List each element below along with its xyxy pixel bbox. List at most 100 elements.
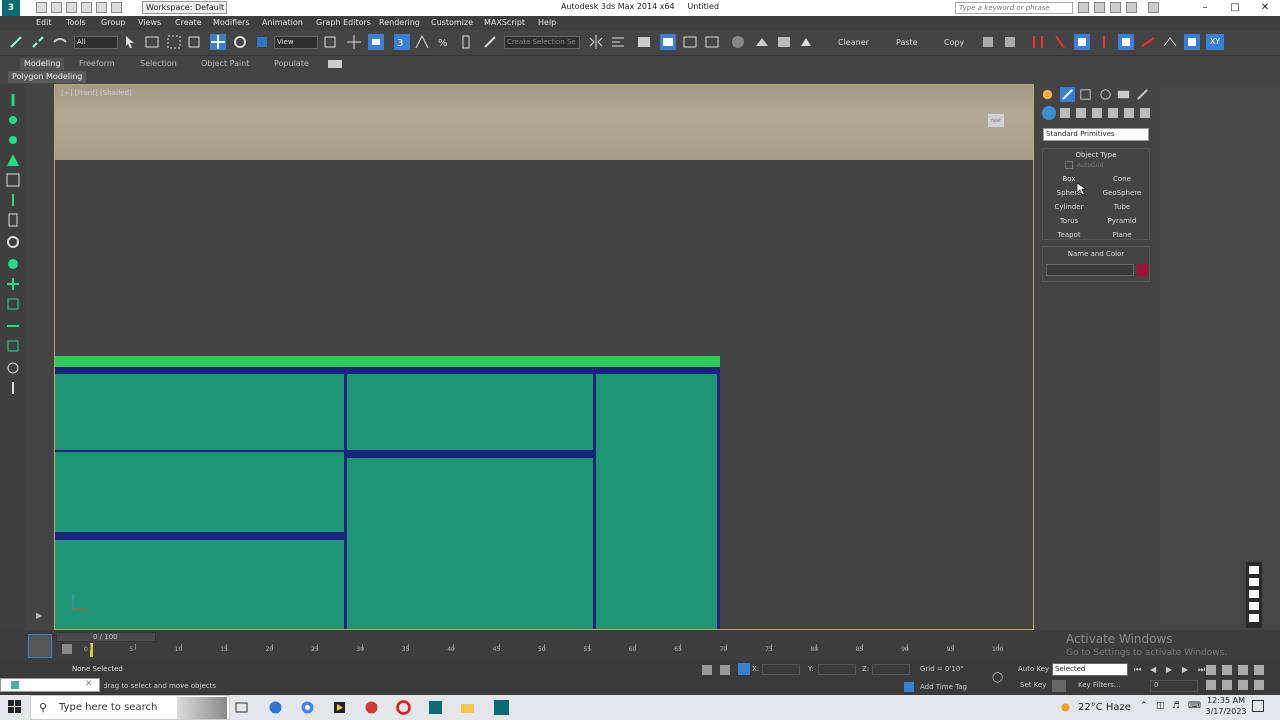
search-input[interactable]: Type a keyword or phrase [955,2,1073,14]
viewport-label[interactable]: [+] [Front] [Shaded] [61,89,132,97]
select-by-name-icon[interactable] [144,34,160,50]
weather-text[interactable]: 22°C Haze [1078,702,1131,713]
zoom-extents-all-icon[interactable] [1254,665,1264,675]
paste-button[interactable]: Paste [896,38,918,47]
geosphere-button[interactable]: GeoSphere [1096,187,1148,199]
reference-coordinate-dropdown[interactable]: View [274,36,318,49]
weather-icon[interactable] [1058,700,1073,715]
tool-4-icon[interactable] [5,152,21,168]
key-mode-dropdown[interactable]: Selected [1052,663,1128,676]
tool-13-icon[interactable] [5,338,21,354]
camera-icon[interactable] [1249,578,1259,586]
subscription-icon[interactable] [1094,2,1105,13]
cabinet-model[interactable] [55,356,721,630]
time-ruler[interactable]: 0 5 10 15 20 25 30 35 40 45 50 55 60 65 70 75 80 85 90 95 10… [84,644,1003,658]
manipulate-icon[interactable] [346,34,362,50]
polygon-modeling-panel[interactable]: Polygon Modeling [8,71,87,83]
bind-spacewarp-icon[interactable] [52,34,68,50]
snaps-toggle-icon[interactable]: 3 [394,34,410,50]
tool-9-icon[interactable] [5,256,21,272]
tool-5-icon[interactable] [5,172,21,188]
box-button[interactable]: Box [1043,173,1095,185]
tool-14-icon[interactable] [5,360,21,376]
menu-customize[interactable]: Customize [431,16,473,30]
go-to-end-icon[interactable]: ⏭ [1198,665,1205,675]
percent-snap-icon[interactable]: % [436,34,452,50]
maximize-viewport-icon[interactable] [1254,680,1264,690]
absolute-mode-icon[interactable] [738,663,750,675]
go-to-start-icon[interactable]: ⏮ [1134,665,1141,675]
tool-6-icon[interactable] [5,192,21,208]
cylinder-button[interactable]: Cylinder [1043,201,1095,213]
lights-icon[interactable] [1076,108,1086,118]
tool-4-icon[interactable] [1096,34,1112,50]
menu-maxscript[interactable]: MAXScript [484,16,525,30]
teapot-button[interactable]: Teapot [1043,229,1095,241]
menu-animation[interactable]: Animation [262,16,303,30]
current-frame-field[interactable]: 0 [1150,680,1198,692]
tab-populate[interactable]: Populate [270,58,313,70]
copy-button[interactable]: Copy [944,38,964,47]
3dsmax-active-icon[interactable] [494,700,509,715]
orbit-icon[interactable] [1238,680,1248,690]
zoom-icon[interactable] [1206,665,1216,675]
motion-tab-icon[interactable] [1098,87,1113,102]
curve-editor-icon[interactable] [682,34,698,50]
tab-freeform[interactable]: Freeform [75,58,119,70]
category-dropdown[interactable]: Standard Primitives [1043,128,1149,141]
new-icon[interactable] [36,2,47,13]
communication-icon[interactable] [1110,2,1121,13]
edit-named-selection-icon[interactable] [482,34,498,50]
tool-2-icon[interactable] [1052,34,1068,50]
lock-selection-icon[interactable] [720,665,730,675]
cabinet-top-strip[interactable] [55,356,720,368]
x-field[interactable] [762,664,800,675]
app-logo-icon[interactable]: 3 [2,0,20,16]
name-and-color-title[interactable]: Name and Color [1043,250,1149,258]
viewcube-icon[interactable]: front [987,113,1005,128]
maxscript-listener-input[interactable]: ✕ [0,678,100,692]
clock-date[interactable]: 3/17/2023 [1204,707,1248,716]
taskbar-search-box[interactable]: ⚲ Type here to search [30,695,230,720]
notification-icon[interactable] [1252,700,1264,712]
windows-start-icon[interactable] [8,700,22,714]
film-icon[interactable] [62,644,72,654]
keyboard-override-icon[interactable] [368,34,384,50]
xy-constraint-icon[interactable]: XY [1206,34,1224,50]
autogrid-checkbox[interactable] [1065,161,1073,169]
key-filters-button[interactable]: Key Filters... [1078,681,1121,689]
maximize-icon[interactable]: □ [1220,0,1250,16]
time-slider[interactable]: 0 / 100 [56,632,156,642]
menu-views[interactable]: Views [138,16,161,30]
tab-object-paint[interactable]: Object Paint [197,58,253,70]
cone-button[interactable]: Cone [1096,173,1148,185]
graphite-ribbon-icon[interactable] [660,34,676,50]
zoom-all-icon[interactable] [1222,665,1232,675]
video-icon[interactable] [1249,590,1259,598]
render-production-icon[interactable] [798,34,814,50]
vivaldi-icon[interactable] [364,700,379,715]
volume-icon[interactable]: ♬ [1172,701,1180,711]
close-icon[interactable]: ✕ [1250,0,1280,16]
cabinet-body[interactable] [55,368,720,630]
tool-11-icon[interactable] [5,296,21,312]
save-icon[interactable] [66,2,77,13]
z-field[interactable] [872,664,910,675]
key-icon[interactable]: ◯ [992,672,1010,683]
plugin-a-icon[interactable] [980,34,996,50]
rect-selection-icon[interactable] [166,34,182,50]
tool-8-icon[interactable] [5,234,21,250]
add-time-tag-button[interactable]: Add Time Tag [920,683,967,691]
opera-icon[interactable] [396,700,411,715]
next-frame-icon[interactable]: ▶ [1182,665,1188,674]
paint-brush-icon[interactable] [5,92,21,108]
3dsmax-task-icon[interactable] [428,700,443,715]
tool-12-icon[interactable] [5,318,21,334]
time-tag-icon[interactable] [904,682,914,692]
expand-arrow-icon[interactable]: ▶ [36,611,42,620]
minimize-icon[interactable]: – [1190,0,1220,16]
zoom-extents-icon[interactable] [1238,665,1248,675]
file-explorer-icon[interactable] [460,700,475,715]
edge-browser-icon[interactable] [268,700,283,715]
systems-icon[interactable] [1140,108,1150,118]
